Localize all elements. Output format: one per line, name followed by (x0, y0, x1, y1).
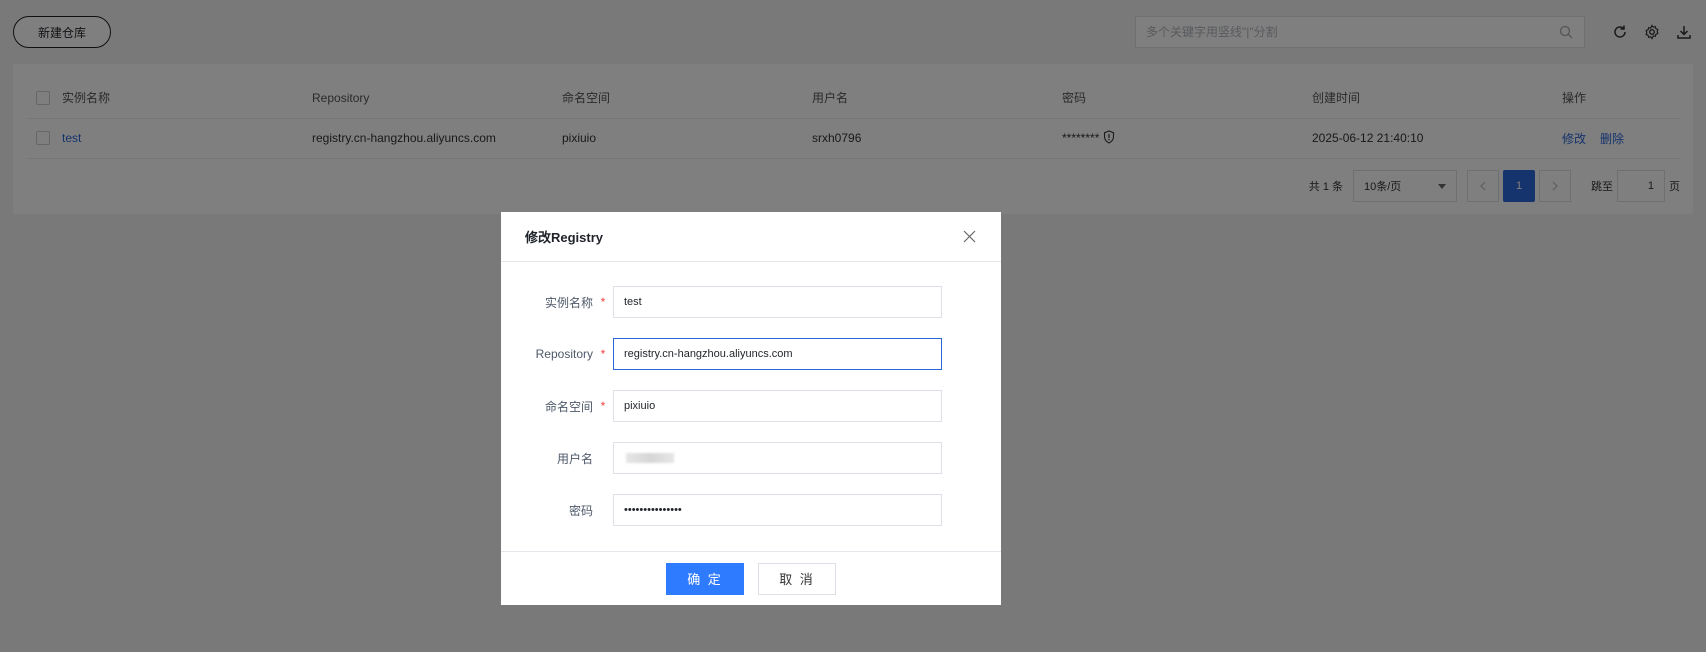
confirm-button[interactable]: 确 定 (666, 562, 744, 595)
dialog-header: 修改Registry (501, 212, 1001, 262)
required-mark: * (600, 399, 606, 413)
password-label: 密码 (568, 503, 593, 518)
dialog-footer: 确 定 取 消 (501, 551, 1001, 605)
repository-field[interactable]: registry.cn-hangzhou.aliyuncs.com (613, 338, 942, 370)
name-value: test (624, 296, 642, 308)
form-row-username: 用户名 (501, 442, 1001, 474)
namespace-value: pixiuio (624, 400, 656, 412)
form-row-name: 实例名称 * test (501, 286, 1001, 318)
cancel-button[interactable]: 取 消 (758, 562, 836, 595)
blurred-username (626, 453, 674, 463)
namespace-label: 命名空间 (544, 399, 593, 414)
form-row-repository: Repository * registry.cn-hangzhou.aliyun… (501, 338, 1001, 370)
required-mark: * (600, 347, 606, 361)
required-mark: * (600, 295, 606, 309)
repository-value: registry.cn-hangzhou.aliyuncs.com (624, 348, 793, 360)
repository-label: Repository (535, 347, 593, 361)
namespace-field[interactable]: pixiuio (613, 390, 942, 422)
name-field[interactable]: test (613, 286, 942, 318)
edit-registry-dialog: 修改Registry 实例名称 * test Repository * regi… (501, 212, 1001, 605)
dialog-form: 实例名称 * test Repository * registry.cn-han… (501, 262, 1001, 526)
name-label: 实例名称 (544, 295, 593, 310)
form-row-namespace: 命名空间 * pixiuio (501, 390, 1001, 422)
dialog-title: 修改Registry (525, 230, 604, 245)
close-icon[interactable] (961, 229, 977, 245)
password-field[interactable]: ••••••••••••••• (613, 494, 942, 526)
password-value: ••••••••••••••• (624, 504, 682, 516)
username-field[interactable] (613, 442, 942, 474)
username-label: 用户名 (556, 451, 593, 466)
form-row-password: 密码 ••••••••••••••• (501, 494, 1001, 526)
